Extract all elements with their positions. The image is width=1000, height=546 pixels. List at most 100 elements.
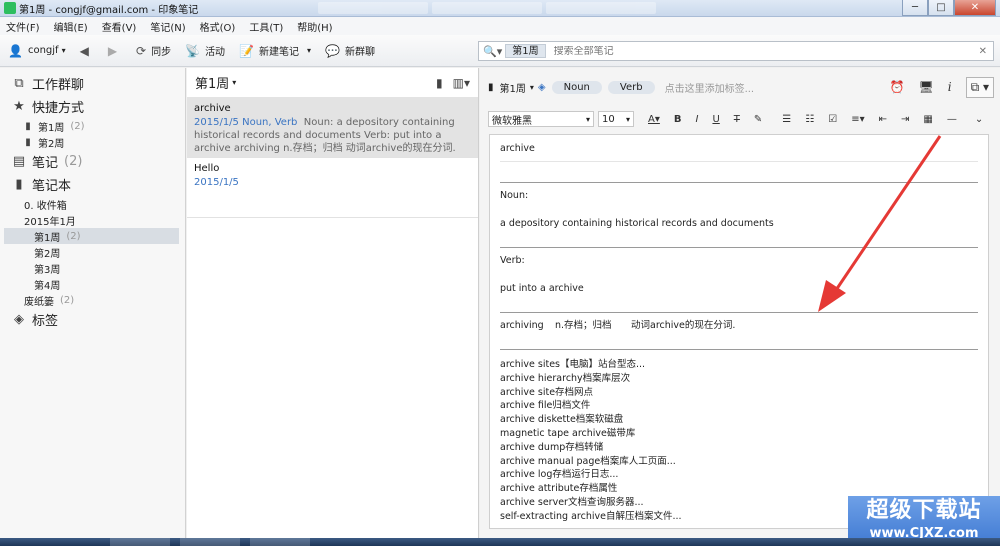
menu-tools[interactable]: 工具(T) xyxy=(249,19,283,34)
new-note-button[interactable]: 📝 新建笔记 ▾ xyxy=(239,43,311,59)
list-item: archive file归档文件 xyxy=(500,400,591,412)
shortcut-item[interactable]: ▮ 第1周 (2) xyxy=(0,118,185,134)
notebook-item[interactable]: 0. 收件箱 xyxy=(0,196,185,212)
note-list-title[interactable]: 第1周 xyxy=(195,73,229,92)
taskbar-item[interactable] xyxy=(110,538,170,546)
more-tools-icon[interactable]: ⌄ xyxy=(975,114,983,125)
taskbar-item[interactable] xyxy=(180,538,240,546)
checkbox-icon[interactable]: ☑ xyxy=(828,114,837,125)
search-input[interactable] xyxy=(553,45,979,57)
back-button[interactable]: ◀ xyxy=(80,44,94,58)
close-button[interactable]: ✕ xyxy=(954,0,996,16)
sync-button[interactable]: ⟳ 同步 xyxy=(136,43,171,59)
note-list-header: 第1周 ▾ ▮ ▥▾ xyxy=(187,68,478,98)
search-scope-chip[interactable]: 第1周 xyxy=(505,44,546,58)
menu-file[interactable]: 文件(F) xyxy=(6,19,40,34)
notebook-icon: ▮ xyxy=(25,136,31,148)
numbered-list-icon[interactable]: ☷ xyxy=(805,114,814,125)
text-color-icon[interactable]: A▾ xyxy=(648,114,660,125)
user-name: congjf xyxy=(27,45,59,56)
window-title: 第1周 - congjf@gmail.com - 印象笔记 xyxy=(19,4,199,16)
watermark-text: 超级下载站 xyxy=(866,498,982,523)
minimize-button[interactable]: ─ xyxy=(902,0,928,16)
view-options-icon[interactable]: ▥▾ xyxy=(453,76,470,90)
notebook-item[interactable]: 第2周 xyxy=(0,244,185,260)
list-item: archive attribute存档属性 xyxy=(500,483,618,495)
info-icon[interactable]: i xyxy=(948,80,952,94)
user-menu-button[interactable]: 👤 congjf ▾ xyxy=(8,44,66,58)
notebook-icon: ▮ xyxy=(488,81,494,93)
sidebar-item-shortcuts[interactable]: ★ 快捷方式 xyxy=(0,95,185,118)
sidebar-item-work-chat[interactable]: ⧉ 工作群聊 xyxy=(0,72,185,95)
note-title-field[interactable]: archive xyxy=(500,135,978,162)
activity-button[interactable]: 📡 活动 xyxy=(185,43,225,59)
sidebar-item-label: 笔记 xyxy=(32,156,59,171)
table-icon[interactable]: ▦ xyxy=(923,114,932,125)
strikethrough-button[interactable]: T xyxy=(734,114,740,125)
sidebar-item-label: 0. 收件箱 xyxy=(24,200,67,212)
new-note-label: 新建笔记 xyxy=(259,47,300,58)
indent-icon[interactable]: ⇥ xyxy=(901,114,909,125)
menu-note[interactable]: 笔记(N) xyxy=(150,19,185,34)
notebook-item[interactable]: 第4周 xyxy=(0,276,185,292)
note-card-meta: 2015/1/5 xyxy=(194,177,239,188)
share-button[interactable]: ⧉ ▾ xyxy=(965,76,994,98)
underline-button[interactable]: U xyxy=(712,114,719,125)
align-icon[interactable]: ≡▾ xyxy=(851,114,864,125)
tag-chip-noun[interactable]: Noun xyxy=(551,80,602,94)
list-item: archive hierarchy档案库层次 xyxy=(500,372,631,384)
taskbar-item[interactable] xyxy=(250,538,310,546)
new-note-icon: 📝 xyxy=(239,43,255,58)
notebook-info-icon[interactable]: ▮ xyxy=(436,76,443,90)
menu-bar: 文件(F) 编辑(E) 查看(V) 笔记(N) 格式(O) 工具(T) 帮助(H… xyxy=(0,17,1000,35)
sidebar-item-tags[interactable]: ◈ 标签 xyxy=(0,308,185,331)
sidebar-item-notes[interactable]: ▤ 笔记 (2) xyxy=(0,150,185,173)
sidebar-item-notebooks[interactable]: ▮ 笔记本 xyxy=(0,173,185,196)
window-controls: ─ □ ✕ xyxy=(902,0,996,16)
archiving-pos: n.存档；归档 xyxy=(555,320,612,331)
notebook-item-selected[interactable]: 第1周 (2) xyxy=(4,228,179,244)
clear-search-icon[interactable]: ✕ xyxy=(979,46,987,57)
menu-view[interactable]: 查看(V) xyxy=(102,19,137,34)
font-family-select[interactable]: 微软雅黑 ▾ xyxy=(488,111,594,127)
notebook-stack-item[interactable]: 2015年1月 xyxy=(0,212,185,228)
font-size-select[interactable]: 10 ▾ xyxy=(598,111,634,127)
italic-button[interactable]: I xyxy=(696,114,699,125)
sidebar-item-label: 2015年1月 xyxy=(24,216,76,228)
horizontal-rule-icon[interactable]: — xyxy=(947,114,957,125)
shortcut-item[interactable]: ▮ 第2周 xyxy=(0,134,185,150)
new-chat-button[interactable]: 💬 新群聊 xyxy=(325,43,375,59)
windows-taskbar xyxy=(0,538,1000,546)
note-list: 第1周 ▾ ▮ ▥▾ archive 2015/1/5 Noun, Verb N… xyxy=(187,68,479,538)
list-item: archive dump存档转储 xyxy=(500,441,604,453)
presentation-icon[interactable]: 🖥 xyxy=(919,80,934,94)
note-header-bar: ▮ 第1周 ▾ ◈ Noun Verb 点击这里添加标签... ⏰ 🖥 i ⧉ … xyxy=(480,68,1000,106)
title-bar: 第1周 - congjf@gmail.com - 印象笔记 ─ □ ✕ xyxy=(0,0,1000,17)
outdent-icon[interactable]: ⇤ xyxy=(879,114,887,125)
verb-heading: Verb: xyxy=(500,255,525,266)
menu-help[interactable]: 帮助(H) xyxy=(297,19,332,34)
chat-icon: ⧉ xyxy=(14,76,24,91)
tag-chip-verb[interactable]: Verb xyxy=(607,80,655,94)
note-list-tools: ▮ ▥▾ xyxy=(436,76,470,90)
note-card-archive[interactable]: archive 2015/1/5 Noun, Verb Noun: a depo… xyxy=(187,98,478,158)
bold-button[interactable]: B xyxy=(674,114,682,125)
highlighter-icon[interactable]: ✎ xyxy=(754,114,762,125)
new-chat-label: 新群聊 xyxy=(344,47,375,58)
bullet-list-icon[interactable]: ☰ xyxy=(782,114,791,125)
note-card-hello[interactable]: Hello 2015/1/5 xyxy=(187,158,478,218)
format-toolbar: 微软雅黑 ▾ 10 ▾ A▾ B I U T ✎ ☰ ☷ ☑ ≡▾ ⇤ ⇥ ▦ — … xyxy=(480,106,1000,132)
count-badge: (2) xyxy=(64,154,83,169)
count-badge: (2) xyxy=(70,120,85,132)
add-tag-hint[interactable]: 点击这里添加标签... xyxy=(665,80,755,95)
menu-edit[interactable]: 编辑(E) xyxy=(54,19,88,34)
search-icon[interactable]: 🔍▾ xyxy=(483,45,502,58)
menu-format[interactable]: 格式(O) xyxy=(200,19,236,34)
trash-item[interactable]: 废纸篓 (2) xyxy=(0,292,185,308)
forward-button[interactable]: ▶ xyxy=(108,44,122,58)
reminder-icon[interactable]: ⏰ xyxy=(890,80,905,94)
note-body[interactable]: archive Noun: a depository containing hi… xyxy=(489,134,989,529)
notebook-selector[interactable]: 第1周 xyxy=(500,80,526,95)
maximize-button[interactable]: □ xyxy=(928,0,954,16)
notebook-item[interactable]: 第3周 xyxy=(0,260,185,276)
